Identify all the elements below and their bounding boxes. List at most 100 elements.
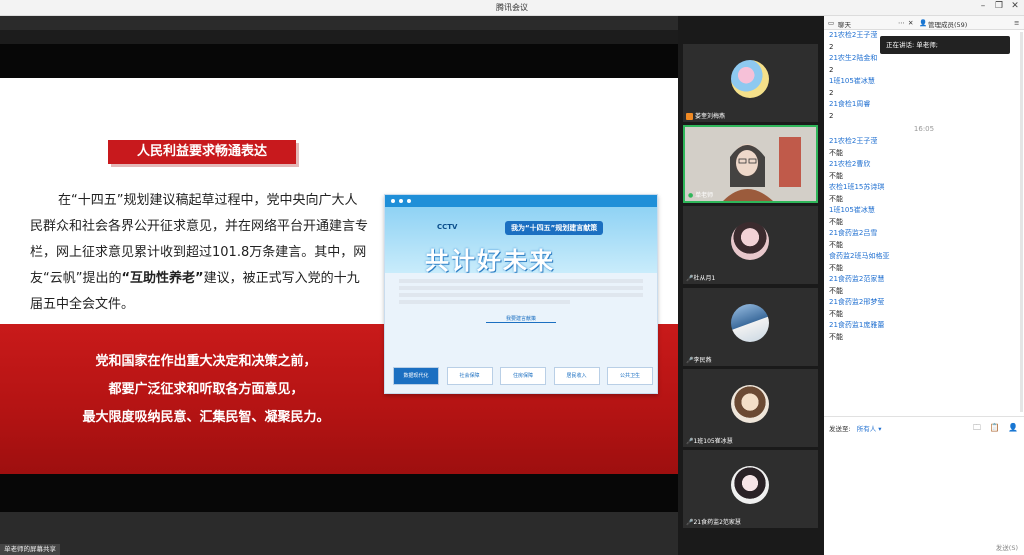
letterbox-top bbox=[0, 44, 678, 78]
send-to-label: 发送至: bbox=[829, 425, 851, 433]
web-body-text bbox=[385, 273, 657, 313]
message-sender[interactable]: 21农检2王子滢 bbox=[829, 136, 1019, 147]
presentation-slide: 人民利益要求畅通表达 在“十四五”规划建议稿起草过程中，党中央向广大人民群众和社… bbox=[0, 78, 678, 474]
category-button: 数据现代化 bbox=[393, 367, 439, 385]
message-text: 2 bbox=[829, 66, 834, 74]
message-sender[interactable]: 21食药监2吕雪 bbox=[829, 228, 1019, 239]
chat-icon: ▭ bbox=[828, 19, 835, 27]
close-icon[interactable]: ✕ bbox=[1008, 1, 1022, 11]
message-text: 不能 bbox=[829, 264, 843, 272]
message-text: 不能 bbox=[829, 149, 843, 157]
quote-line: 最大限度吸纳民意、汇集民智、凝聚民力。 bbox=[82, 410, 330, 425]
message-sender[interactable]: 1班105崔冰慧 bbox=[829, 205, 1019, 216]
video-tile[interactable]: 🎤1班105崔冰慧 bbox=[683, 369, 818, 447]
user-icon[interactable]: 👤 bbox=[1008, 423, 1018, 432]
avatar bbox=[731, 60, 769, 98]
slide-heading: 人民利益要求畅通表达 bbox=[108, 140, 296, 164]
mic-icon: ● bbox=[688, 192, 694, 199]
title-bar: 腾讯会议 – ❐ ✕ bbox=[0, 0, 1024, 16]
web-categories: 数据现代化 社会保障 住房保障 居民收入 公共卫生 bbox=[393, 367, 653, 385]
chat-tools: 🗀 📋 👤 bbox=[973, 422, 1018, 436]
send-to: 发送至: 所有人 ▾ bbox=[829, 423, 881, 433]
browser-bar bbox=[385, 195, 657, 207]
message-sender[interactable]: 21食药监1庞雅蕾 bbox=[829, 320, 1019, 331]
participant-name: 单老师 bbox=[695, 192, 714, 199]
send-button[interactable]: 发送(S) bbox=[996, 542, 1018, 552]
participant-name: 杜从月1 bbox=[693, 275, 716, 282]
message-text: 不能 bbox=[829, 241, 843, 249]
banner-title: 共计好未来 bbox=[425, 247, 555, 275]
person-icon bbox=[686, 113, 693, 120]
message-text: 不能 bbox=[829, 310, 843, 318]
slide-paragraph: 在“十四五”规划建议稿起草过程中，党中央向广大人民群众和社会各界公开征求意见，并… bbox=[30, 188, 370, 318]
message-text: 2 bbox=[829, 112, 834, 120]
more-icon[interactable]: ⋯ bbox=[898, 19, 905, 27]
quote-line: 都要广泛征求和听取各方面意见， bbox=[108, 382, 304, 397]
message-sender[interactable]: 21食检1周睿 bbox=[829, 99, 1019, 110]
banner-tag: 我为“十四五”规划建言献策 bbox=[505, 221, 604, 235]
message-text: 不能 bbox=[829, 195, 843, 203]
menu-icon[interactable]: ≡ bbox=[1014, 19, 1019, 27]
web-banner: CCTV 我为“十四五”规划建言献策 共计好未来 bbox=[385, 207, 657, 275]
message-text: 不能 bbox=[829, 287, 843, 295]
video-tile[interactable]: 🎤21食药监2范家慧 bbox=[683, 450, 818, 528]
web-section-title: 我要建言献策 bbox=[486, 315, 556, 323]
maximize-icon[interactable]: ❐ bbox=[992, 1, 1006, 11]
message-sender[interactable]: 21食药监2邢梦莹 bbox=[829, 297, 1019, 308]
video-tile[interactable]: 娄奎刘梅燕 bbox=[683, 44, 818, 122]
message-sender[interactable]: 21农生2陆金和 bbox=[829, 53, 1019, 64]
participant-name: 娄奎刘梅燕 bbox=[695, 113, 726, 120]
category-button: 社会保障 bbox=[446, 367, 493, 385]
participant-name: 21食药监2范家慧 bbox=[693, 519, 741, 526]
chat-messages: 21农检2王子滢 2 21农生2陆金和 2 1班105崔冰慧 2 21食检1周睿… bbox=[829, 30, 1019, 420]
clipboard-icon[interactable]: 📋 bbox=[990, 423, 1000, 432]
message-sender[interactable]: 1班105崔冰慧 bbox=[829, 76, 1019, 87]
letterbox-bottom bbox=[0, 474, 678, 512]
message-text: 不能 bbox=[829, 172, 843, 180]
message-text: 不能 bbox=[829, 218, 843, 226]
participant-name: 1班105崔冰慧 bbox=[693, 438, 733, 445]
avatar bbox=[731, 222, 769, 260]
message-sender[interactable]: 21食药监2范家慧 bbox=[829, 274, 1019, 285]
avatar bbox=[731, 304, 769, 342]
chat-input-area: 发送至: 所有人 ▾ 🗀 📋 👤 发送(S) bbox=[824, 416, 1024, 555]
chat-scrollbar[interactable] bbox=[1020, 32, 1023, 412]
video-tile[interactable]: 🎤杜从月1 bbox=[683, 206, 818, 284]
avatar bbox=[731, 385, 769, 423]
minimize-icon[interactable]: – bbox=[976, 1, 990, 11]
file-icon[interactable]: 🗀 bbox=[973, 423, 981, 432]
chat-tabs: ▭ 聊天 ⋯ ✕ 👤 管理成员(59) ≡ bbox=[824, 16, 1024, 30]
speaking-indicator: 正在讲话: 单老师; bbox=[880, 36, 1010, 54]
window-title: 腾讯会议 bbox=[496, 3, 528, 12]
message-timestamp: 16:05 bbox=[913, 125, 935, 133]
website-screenshot: CCTV 我为“十四五”规划建言献策 共计好未来 我要建言献策 数据现代化 社会… bbox=[384, 194, 658, 394]
slide-quote: 党和国家在作出重大决定和决策之前， 都要广泛征求和听取各方面意见， 最大限度吸纳… bbox=[30, 348, 382, 432]
tab-chat[interactable]: 聊天 bbox=[838, 19, 851, 29]
category-button: 居民收入 bbox=[553, 367, 600, 385]
dot-icon bbox=[407, 199, 411, 203]
video-tile[interactable]: 🎤李民燕 bbox=[683, 288, 818, 366]
message-sender[interactable]: 食药监2班马如格亚 bbox=[829, 251, 1019, 262]
dot-icon bbox=[399, 199, 403, 203]
chat-panel: ▭ 聊天 ⋯ ✕ 👤 管理成员(59) ≡ 正在讲话: 单老师; 21农检2王子… bbox=[824, 16, 1024, 555]
video-tile-active-speaker[interactable]: ● 单老师 bbox=[683, 125, 818, 203]
avatar bbox=[731, 466, 769, 504]
participant-name: 李民燕 bbox=[693, 357, 712, 364]
send-to-select[interactable]: 所有人 bbox=[857, 425, 877, 433]
quote-line: 党和国家在作出重大决定和决策之前， bbox=[95, 354, 317, 369]
message-sender[interactable]: 农检1班15苏诗琪 bbox=[829, 182, 1019, 193]
dot-icon bbox=[391, 199, 395, 203]
video-panel: 娄奎刘梅燕 ● 单老师 🎤杜从月1 🎤李民燕 🎤1班105崔冰慧 🎤21食药监2… bbox=[678, 16, 824, 555]
chevron-down-icon[interactable]: ▾ bbox=[878, 425, 881, 433]
message-sender[interactable]: 21农检2曹欣 bbox=[829, 159, 1019, 170]
message-text: 2 bbox=[829, 89, 834, 97]
message-text: 不能 bbox=[829, 333, 843, 341]
screen-share-label: 单老师的屏幕共享 bbox=[0, 544, 60, 555]
para-bold: “互助性养老” bbox=[121, 271, 204, 286]
cctv-logo: CCTV bbox=[437, 223, 458, 231]
members-icon: 👤 bbox=[919, 19, 928, 27]
tab-members[interactable]: 管理成员(59) bbox=[928, 19, 967, 29]
category-button: 住房保障 bbox=[500, 367, 546, 385]
category-button: 公共卫生 bbox=[607, 367, 653, 385]
close-chat-icon[interactable]: ✕ bbox=[908, 19, 913, 27]
